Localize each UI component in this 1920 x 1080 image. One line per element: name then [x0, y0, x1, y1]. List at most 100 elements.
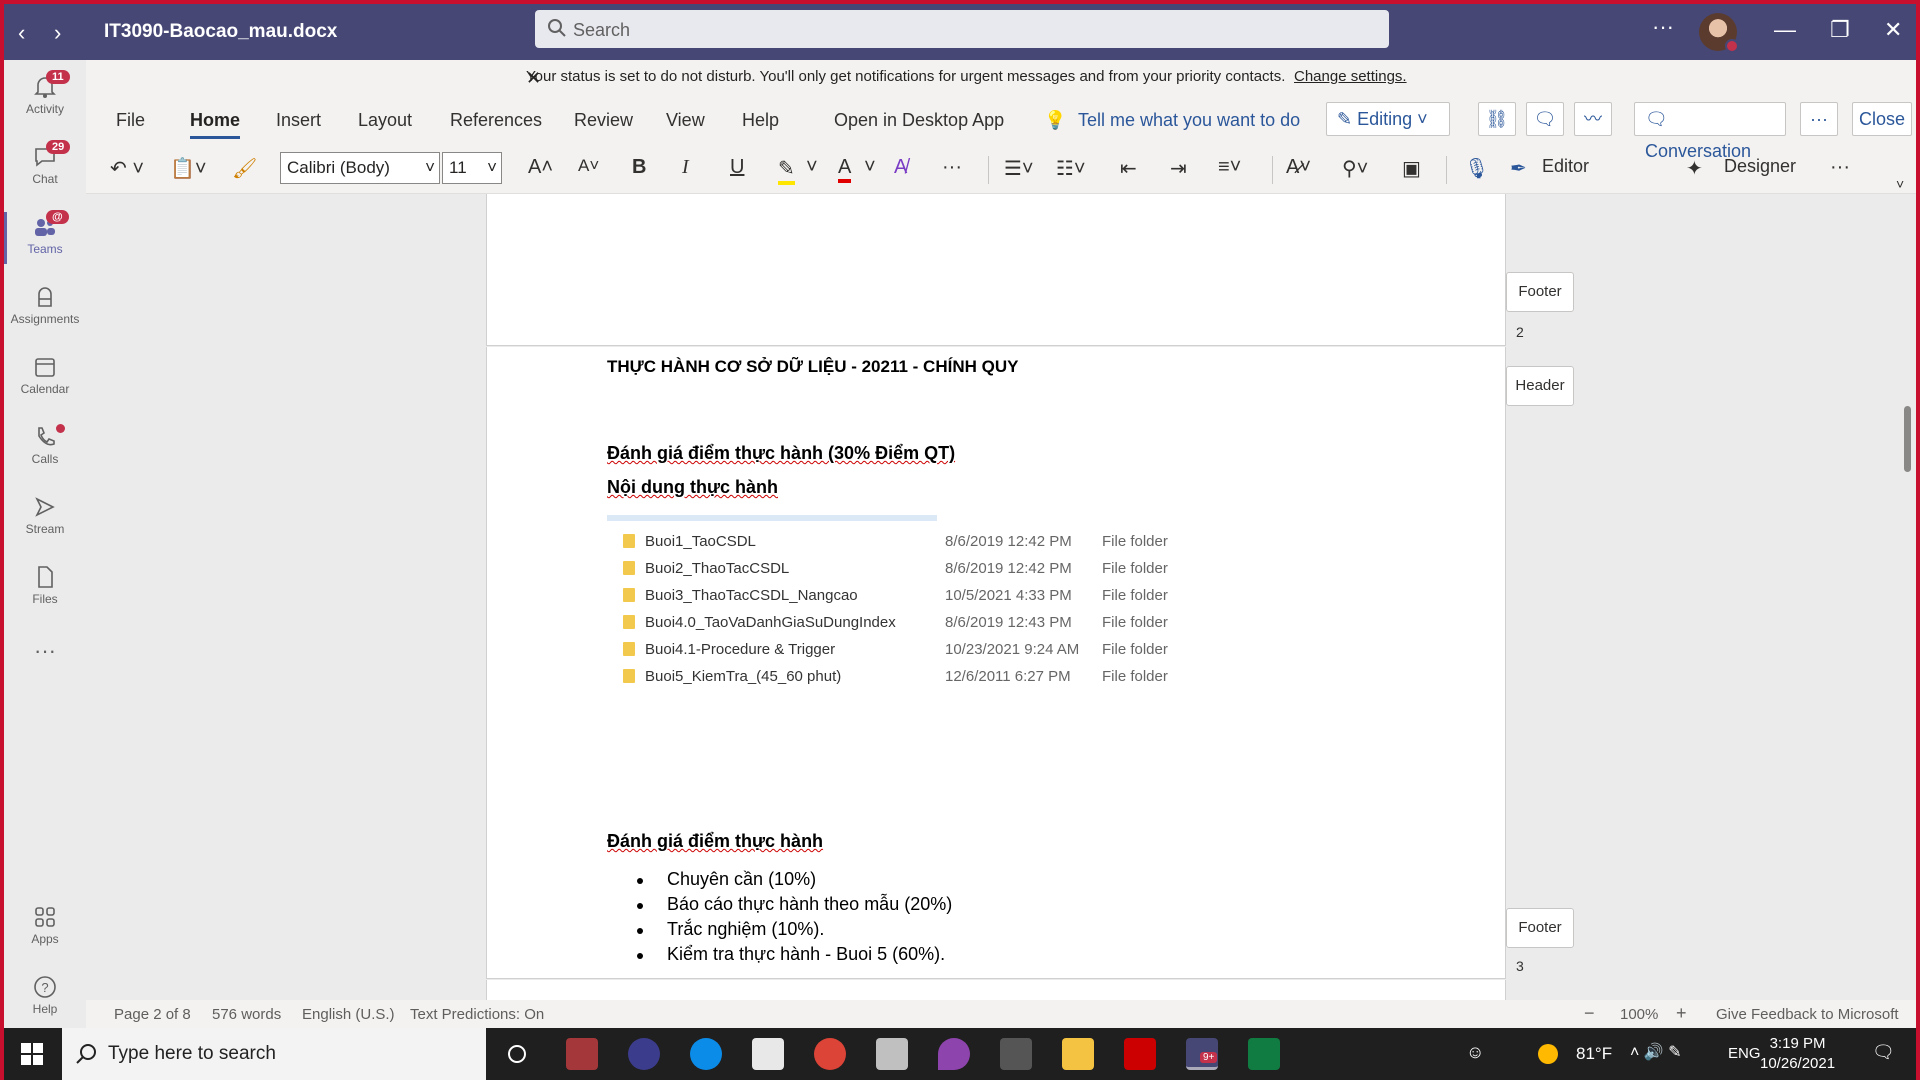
more-options-button[interactable]: ···	[1800, 102, 1838, 136]
editor-icon[interactable]: ✒	[1510, 156, 1527, 181]
maximize-icon[interactable]: ❐	[1830, 17, 1850, 43]
reuse-files-icon[interactable]: ▣	[1402, 156, 1421, 181]
weather-icon[interactable]	[1538, 1044, 1558, 1064]
open-desktop-app-button[interactable]: Open in Desktop App	[834, 110, 1004, 131]
undo-icon[interactable]: ↶ ˅	[110, 156, 144, 181]
rail-item-calls[interactable]: Calls	[4, 418, 86, 482]
footer-tag[interactable]: Footer	[1506, 908, 1574, 948]
font-size-select[interactable]: 11 ˅	[442, 152, 502, 184]
editor-button[interactable]: Editor	[1542, 156, 1589, 177]
chevron-down-icon[interactable]: ˅	[864, 156, 876, 179]
footer-tag[interactable]: Footer	[1506, 272, 1574, 312]
feedback-link[interactable]: Give Feedback to Microsoft	[1716, 1006, 1899, 1023]
document-canvas[interactable]: Footer 2 Header THỰC HÀNH CƠ SỞ DỮ LIỆU …	[86, 194, 1916, 1000]
bullets-icon[interactable]: ☰˅	[1004, 156, 1034, 181]
chevron-down-icon[interactable]: ˅	[806, 156, 818, 179]
avatar[interactable]	[1699, 13, 1739, 53]
decrease-indent-icon[interactable]: ⇤	[1120, 156, 1137, 181]
zoom-level[interactable]: 100%	[1620, 1006, 1658, 1023]
rail-item-chat[interactable]: 29 Chat	[4, 138, 86, 202]
rail-item-teams[interactable]: @ Teams	[4, 208, 86, 272]
rail-item-files[interactable]: Files	[4, 558, 86, 622]
rail-item-apps[interactable]: Apps	[4, 898, 86, 962]
tell-me-search[interactable]: Tell me what you want to do	[1078, 110, 1300, 131]
eclipse-app-icon[interactable]	[628, 1038, 660, 1070]
italic-icon[interactable]: I	[682, 156, 689, 179]
more-options-icon[interactable]: ···	[1830, 156, 1850, 179]
rail-item-activity[interactable]: 11 Activity	[4, 68, 86, 132]
close-button[interactable]: Close	[1852, 102, 1912, 136]
grow-font-icon[interactable]: A˄	[528, 156, 553, 179]
pdf-app-icon[interactable]	[1124, 1038, 1156, 1070]
excel-app-icon[interactable]	[1248, 1038, 1280, 1070]
find-icon[interactable]: ⚲˅	[1342, 156, 1368, 181]
back-arrow-icon[interactable]: ‹	[18, 20, 25, 46]
styles-icon[interactable]: A̷˅	[1286, 156, 1311, 179]
file-explorer-icon[interactable]	[1062, 1038, 1094, 1070]
tab-help[interactable]: Help	[742, 110, 779, 131]
tab-file[interactable]: File	[116, 110, 145, 131]
rail-item-assignments[interactable]: Assignments	[4, 278, 86, 342]
tab-review[interactable]: Review	[574, 110, 633, 131]
bold-icon[interactable]: B	[632, 156, 646, 179]
temperature[interactable]: 81°F	[1576, 1044, 1612, 1064]
edge-app-icon[interactable]	[690, 1038, 722, 1070]
access-app-icon[interactable]	[566, 1038, 598, 1070]
highlight-icon[interactable]: ✎	[778, 156, 795, 185]
comment-icon[interactable]: 🗨	[1526, 102, 1564, 136]
clear-formatting-icon[interactable]: A̸	[894, 156, 907, 179]
tab-view[interactable]: View	[666, 110, 705, 131]
rail-item-stream[interactable]: Stream	[4, 488, 86, 552]
format-painter-icon[interactable]: 🖌	[232, 156, 257, 181]
close-icon[interactable]: ✕	[526, 68, 1902, 89]
minimize-icon[interactable]: —	[1774, 17, 1796, 43]
page-2[interactable]: THỰC HÀNH CƠ SỞ DỮ LIỆU - 20211 - CHÍNH …	[486, 347, 1506, 979]
font-family-select[interactable]: Calibri (Body) ˅	[280, 152, 440, 184]
clipboard-icon[interactable]: 📋˅	[170, 156, 207, 181]
align-icon[interactable]: ≡˅	[1218, 156, 1241, 179]
clock[interactable]: 3:19 PM 10/26/2021	[1760, 1034, 1835, 1074]
dictate-icon[interactable]: 🎙	[1464, 156, 1489, 181]
designer-icon[interactable]: ✦	[1686, 156, 1703, 181]
close-window-icon[interactable]: ✕	[1884, 17, 1902, 43]
text-predictions[interactable]: Text Predictions: On	[410, 1006, 544, 1023]
input-language[interactable]: ENG	[1728, 1045, 1761, 1062]
language[interactable]: English (U.S.)	[302, 1006, 395, 1023]
tray-chevron-icon[interactable]: ˄ 🔊 ✎	[1630, 1042, 1682, 1062]
rail-item-calendar[interactable]: Calendar	[4, 348, 86, 412]
forward-arrow-icon[interactable]: ›	[54, 20, 61, 46]
shrink-font-icon[interactable]: A˅	[578, 156, 599, 176]
designer-button[interactable]: Designer	[1724, 156, 1796, 177]
rail-more-button[interactable]: ···	[4, 638, 86, 702]
drop-app-icon[interactable]	[938, 1038, 970, 1070]
chrome-app-icon[interactable]	[814, 1038, 846, 1070]
collapse-ribbon-icon[interactable]: ˅	[1896, 176, 1904, 192]
zoom-out-button[interactable]: −	[1584, 1003, 1595, 1024]
zoom-in-button[interactable]: +	[1676, 1003, 1687, 1024]
underline-icon[interactable]: U	[730, 156, 744, 179]
more-options-icon[interactable]: ···	[1652, 14, 1674, 40]
windows-start-icon[interactable]	[20, 1042, 44, 1066]
increase-indent-icon[interactable]: ⇥	[1170, 156, 1187, 181]
search-input[interactable]: Search	[535, 10, 1389, 48]
tab-home[interactable]: Home	[190, 110, 241, 139]
share-icon[interactable]: ⛓	[1478, 102, 1516, 136]
more-font-icon[interactable]: ···	[942, 156, 962, 179]
vertical-scrollbar[interactable]	[1904, 406, 1911, 472]
tab-insert[interactable]: Insert	[276, 110, 321, 131]
rail-item-help[interactable]: ? Help	[4, 968, 86, 1028]
conversation-button[interactable]: 🗨 Conversation	[1634, 102, 1786, 161]
paint-app-icon[interactable]	[876, 1038, 908, 1070]
header-tag[interactable]: Header	[1506, 366, 1574, 406]
tools-app-icon[interactable]	[1000, 1038, 1032, 1070]
font-color-icon[interactable]: A	[838, 156, 852, 183]
activity-icon[interactable]: 〰	[1574, 102, 1612, 136]
editing-mode-button[interactable]: ✎ Editing ˅	[1326, 102, 1450, 136]
tab-layout[interactable]: Layout	[358, 110, 412, 131]
numbering-icon[interactable]: ☷˅	[1056, 156, 1086, 181]
tab-references[interactable]: References	[450, 110, 542, 131]
task-view-icon[interactable]	[506, 1043, 528, 1065]
snip-app-icon[interactable]	[752, 1038, 784, 1070]
taskbar-search-input[interactable]: Type here to search	[62, 1028, 486, 1080]
notifications-icon[interactable]: 🗨	[1872, 1042, 1895, 1063]
